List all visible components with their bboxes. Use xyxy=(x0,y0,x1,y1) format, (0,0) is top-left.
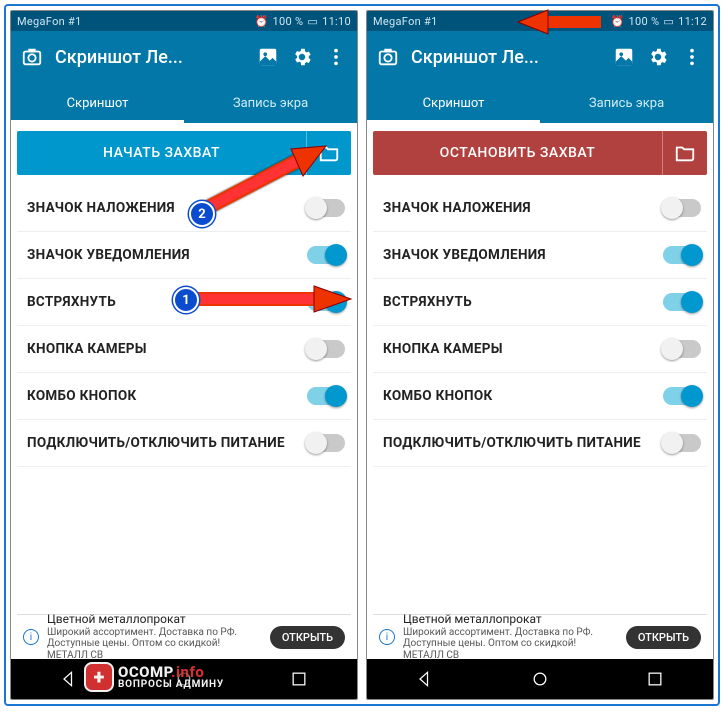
content-area: НАЧАТЬ ЗАХВАТ ЗНАЧОК НАЛОЖЕНИЯ ЗНАЧОК УВ… xyxy=(11,123,357,659)
switch-camera-button[interactable] xyxy=(663,340,701,358)
app-bar: Скриншот Ле... xyxy=(367,31,713,83)
ad-text: Широкий ассортимент. Доставка по РФ. Дос… xyxy=(403,627,618,662)
tab-bar: Скриншот Запись экра xyxy=(367,83,713,123)
carrier-label: MegaFon #1 xyxy=(17,15,82,28)
nav-back-icon[interactable] xyxy=(415,669,435,689)
nav-recent-icon[interactable] xyxy=(645,669,665,689)
row-notification-icon[interactable]: ЗНАЧОК УВЕДОМЛЕНИЯ xyxy=(373,232,707,279)
switch-overlay-icon[interactable] xyxy=(307,199,345,217)
switch-notification-icon[interactable] xyxy=(663,246,701,264)
capture-folder-icon[interactable] xyxy=(662,131,707,175)
switch-button-combo[interactable] xyxy=(663,387,701,405)
start-capture-button[interactable]: НАЧАТЬ ЗАХВАТ xyxy=(17,131,351,175)
switch-shake[interactable] xyxy=(307,293,345,311)
app-logo-camera-icon xyxy=(21,46,43,68)
ad-info-icon[interactable]: i xyxy=(379,629,395,645)
app-title: Скриншот Ле... xyxy=(55,47,245,68)
settings-gear-icon[interactable] xyxy=(291,46,313,68)
switch-shake[interactable] xyxy=(663,293,701,311)
ad-title: Цветной металлопрокат xyxy=(403,613,618,627)
battery-icon: ▭ xyxy=(663,15,674,28)
android-nav-bar xyxy=(11,659,357,699)
battery-icon: ▭ xyxy=(307,15,318,28)
gallery-icon[interactable] xyxy=(613,46,635,68)
ad-banner[interactable]: i Цветной металлопрокат Широкий ассортим… xyxy=(373,614,707,659)
tab-record[interactable]: Запись экра xyxy=(540,83,713,123)
battery-label: 100 % xyxy=(273,15,304,28)
capture-folder-icon[interactable] xyxy=(306,131,351,175)
tab-screenshot[interactable]: Скриншот xyxy=(367,83,540,123)
gallery-icon[interactable] xyxy=(257,46,279,68)
battery-label: 100 % xyxy=(629,15,660,28)
row-overlay-icon[interactable]: ЗНАЧОК НАЛОЖЕНИЯ xyxy=(373,185,707,232)
content-area: ОСТАНОВИТЬ ЗАХВАТ ЗНАЧОК НАЛОЖЕНИЯ ЗНАЧО… xyxy=(367,123,713,659)
status-bar: MegaFon #1 ⏰ 100 % ▭ 11:12 xyxy=(367,11,713,31)
app-bar: Скриншот Ле... xyxy=(11,31,357,83)
phone-left: MegaFon #1 ⏰ 100 % ▭ 11:10 Скриншот Ле..… xyxy=(10,10,358,700)
start-capture-label: НАЧАТЬ ЗАХВАТ xyxy=(17,145,306,161)
switch-power-toggle[interactable] xyxy=(663,434,701,452)
tab-bar: Скриншот Запись экра xyxy=(11,83,357,123)
ad-info-icon[interactable]: i xyxy=(23,629,39,645)
row-shake[interactable]: ВСТРЯХНУТЬ xyxy=(17,279,351,326)
ad-open-button[interactable]: ОТКРЫТЬ xyxy=(270,626,345,649)
overflow-menu-icon[interactable] xyxy=(325,46,347,68)
clock-label: 11:10 xyxy=(322,15,351,28)
stop-capture-button[interactable]: ОСТАНОВИТЬ ЗАХВАТ xyxy=(373,131,707,175)
row-power-toggle[interactable]: ПОДКЛЮЧИТЬ/ОТКЛЮЧИТЬ ПИТАНИЕ xyxy=(373,420,707,467)
nav-home-icon[interactable] xyxy=(530,669,550,689)
switch-button-combo[interactable] xyxy=(307,387,345,405)
row-overlay-icon[interactable]: ЗНАЧОК НАЛОЖЕНИЯ xyxy=(17,185,351,232)
app-title: Скриншот Ле... xyxy=(411,47,601,68)
nav-back-icon[interactable] xyxy=(59,669,79,689)
row-notification-icon[interactable]: ЗНАЧОК УВЕДОМЛЕНИЯ xyxy=(17,232,351,279)
app-logo-camera-icon xyxy=(377,46,399,68)
row-power-toggle[interactable]: ПОДКЛЮЧИТЬ/ОТКЛЮЧИТЬ ПИТАНИЕ xyxy=(17,420,351,467)
row-camera-button[interactable]: КНОПКА КАМЕРЫ xyxy=(373,326,707,373)
android-nav-bar xyxy=(367,659,713,699)
carrier-label: MegaFon #1 xyxy=(373,15,438,28)
ad-open-button[interactable]: ОТКРЫТЬ xyxy=(626,626,701,649)
nav-home-icon[interactable] xyxy=(174,669,194,689)
tab-screenshot[interactable]: Скриншот xyxy=(11,83,184,123)
clock-label: 11:12 xyxy=(678,15,707,28)
row-shake[interactable]: ВСТРЯХНУТЬ xyxy=(373,279,707,326)
ad-title: Цветной металлопрокат xyxy=(47,613,262,627)
switch-camera-button[interactable] xyxy=(307,340,345,358)
stop-capture-label: ОСТАНОВИТЬ ЗАХВАТ xyxy=(373,145,662,161)
phone-right: MegaFon #1 ⏰ 100 % ▭ 11:12 Скриншот Ле..… xyxy=(366,10,714,700)
row-button-combo[interactable]: КОМБО КНОПОК xyxy=(17,373,351,420)
alarm-icon: ⏰ xyxy=(255,15,269,28)
row-button-combo[interactable]: КОМБО КНОПОК xyxy=(373,373,707,420)
alarm-icon: ⏰ xyxy=(611,15,625,28)
status-bar: MegaFon #1 ⏰ 100 % ▭ 11:10 xyxy=(11,11,357,31)
settings-gear-icon[interactable] xyxy=(647,46,669,68)
row-camera-button[interactable]: КНОПКА КАМЕРЫ xyxy=(17,326,351,373)
ad-banner[interactable]: i Цветной металлопрокат Широкий ассортим… xyxy=(17,614,351,659)
tab-record[interactable]: Запись экра xyxy=(184,83,357,123)
switch-notification-icon[interactable] xyxy=(307,246,345,264)
overflow-menu-icon[interactable] xyxy=(681,46,703,68)
ad-text: Широкий ассортимент. Доставка по РФ. Дос… xyxy=(47,627,262,662)
switch-overlay-icon[interactable] xyxy=(663,199,701,217)
switch-power-toggle[interactable] xyxy=(307,434,345,452)
nav-recent-icon[interactable] xyxy=(289,669,309,689)
